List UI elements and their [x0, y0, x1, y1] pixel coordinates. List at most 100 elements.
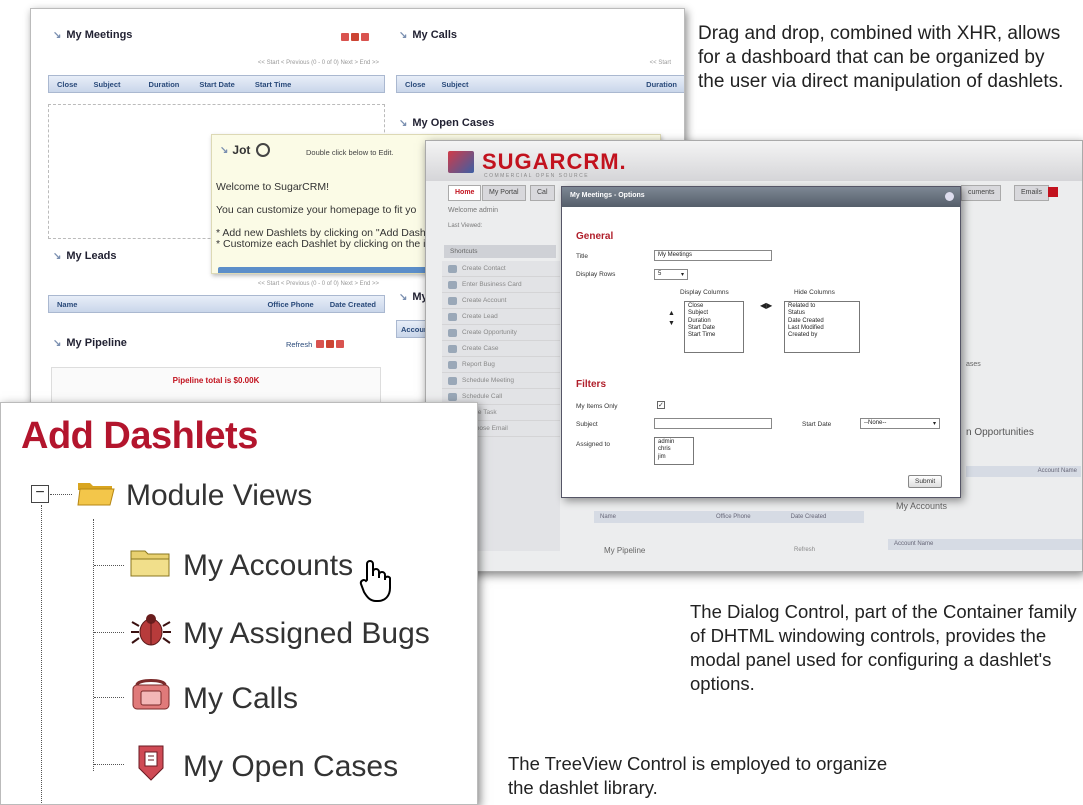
- display-rows-select[interactable]: 5 ▾: [654, 269, 688, 280]
- shortcut-create-account[interactable]: Create Account: [442, 293, 560, 309]
- dashlet-title-open-cases[interactable]: ↘ My Open Cases: [399, 117, 494, 129]
- col-duration[interactable]: Duration: [638, 80, 684, 89]
- add-dashlets-title: Add Dashlets: [21, 415, 258, 457]
- close-icon[interactable]: [336, 340, 345, 348]
- phone-icon: [129, 677, 173, 721]
- caption-treeview: The TreeView Control is employed to orga…: [508, 753, 888, 798]
- case-icon: [129, 744, 173, 790]
- edit-icon[interactable]: [351, 33, 359, 41]
- jot-hint: Double click below to Edit.: [306, 148, 394, 157]
- tree-node-my-calls[interactable]: My Calls: [129, 677, 298, 721]
- tree-node-my-open-cases[interactable]: My Open Cases: [129, 744, 398, 790]
- add-dashlets-panel: Add Dashlets − Module Views My Accounts …: [0, 402, 478, 805]
- tab-home[interactable]: Home: [448, 185, 482, 201]
- dialog-header[interactable]: My Meetings - Options: [562, 187, 960, 207]
- col-office-phone[interactable]: Office Phone: [259, 300, 321, 309]
- edit-icon[interactable]: [316, 340, 325, 348]
- assigned-to-list[interactable]: admin chris jim: [654, 437, 694, 465]
- shortcuts-title: Shortcuts: [444, 245, 556, 258]
- hand-cursor-icon: [359, 558, 393, 607]
- col-name[interactable]: Name: [49, 300, 85, 309]
- display-columns-label: Display Columns: [680, 289, 729, 296]
- start-date-label: Start Date: [802, 421, 832, 428]
- subject-input[interactable]: [654, 418, 772, 429]
- display-rows-label: Display Rows: [576, 271, 616, 278]
- bg-account-name-header: Account Name: [966, 466, 1081, 477]
- meetings-header-row: Close Subject Duration Start Date Start …: [48, 75, 385, 93]
- options-dialog[interactable]: My Meetings - Options General Title My M…: [561, 186, 961, 498]
- col-close[interactable]: Close: [397, 80, 433, 89]
- dashlet-title-calls[interactable]: ↘ My Calls: [399, 29, 457, 41]
- welcome-text: Welcome admin: [448, 207, 499, 214]
- tab-emails[interactable]: Emails: [1014, 185, 1050, 201]
- reorder-arrows-icon[interactable]: ▲ ▼: [668, 309, 676, 331]
- meetings-pager[interactable]: << Start < Previous (0 - 0 of 0) Next > …: [131, 60, 379, 66]
- tree-node-my-assigned-bugs[interactable]: My Assigned Bugs: [129, 612, 430, 656]
- sugarcrm-logo-icon: [448, 151, 474, 173]
- jot-body[interactable]: Welcome to SugarCRM! You can customize y…: [216, 176, 426, 250]
- col-start-time[interactable]: Start Time: [243, 80, 300, 89]
- shortcut-create-contact[interactable]: Create Contact: [442, 261, 560, 277]
- subject-label: Subject: [576, 421, 598, 428]
- sugarcrm-window: SUGARCRM. COMMERCIAL OPEN SOURCE Home My…: [425, 140, 1083, 572]
- col-close[interactable]: Close: [49, 80, 85, 89]
- bg-accounts-title: My Accounts: [896, 501, 948, 511]
- pipeline-total: Pipeline total is $0.00K: [172, 376, 260, 385]
- bg-refresh: Refresh: [794, 547, 816, 553]
- col-duration[interactable]: Duration: [129, 80, 188, 89]
- collapse-toggle-icon[interactable]: −: [31, 485, 49, 503]
- shortcut-schedule-meeting[interactable]: Schedule Meeting: [442, 373, 560, 389]
- tab-cal[interactable]: Cal: [530, 185, 555, 201]
- shortcut-create-lead[interactable]: Create Lead: [442, 309, 560, 325]
- submit-button[interactable]: Submit: [908, 475, 943, 488]
- leads-header-row: Name Office Phone Date Created: [48, 295, 385, 313]
- folder-open-icon: [76, 477, 116, 515]
- display-columns-list[interactable]: Close Subject Duration Start Date Start Time: [684, 301, 744, 353]
- col-start-date[interactable]: Start Date: [187, 80, 242, 89]
- dashlet-title-meetings[interactable]: ↘ My Meetings: [53, 29, 132, 41]
- col-subject[interactable]: Subject: [85, 80, 128, 89]
- general-heading: General: [576, 231, 614, 242]
- title-input[interactable]: My Meetings: [654, 250, 772, 261]
- bg-pipeline-title: My Pipeline: [604, 546, 646, 555]
- app-logo: SUGARCRM.: [482, 149, 627, 174]
- pipeline-controls: Refresh: [286, 340, 345, 349]
- jot-title[interactable]: ↘ Jot: [220, 143, 271, 157]
- leads-pager[interactable]: << Start < Previous (0 - 0 of 0) Next > …: [131, 281, 379, 287]
- start-date-select[interactable]: --None-- ▾: [860, 418, 940, 429]
- caption-dialog: The Dialog Control, part of the Containe…: [690, 601, 1077, 694]
- close-icon[interactable]: [361, 33, 369, 41]
- bg-leads-header: Name Office Phone Date Created: [594, 511, 864, 523]
- collapse-arrow-icon[interactable]: ↘: [53, 30, 61, 41]
- my-items-label: My Items Only: [576, 403, 618, 410]
- col-date-created[interactable]: Date Created: [322, 300, 384, 309]
- folder-icon: [129, 545, 173, 587]
- move-columns-arrows-icon[interactable]: ◀▶: [760, 301, 772, 310]
- tab-my-portal[interactable]: My Portal: [482, 185, 526, 201]
- dashlet-title-pipeline[interactable]: ↘ My Pipeline: [53, 337, 127, 349]
- assigned-to-label: Assigned to: [576, 441, 610, 448]
- my-items-checkbox[interactable]: ✓: [657, 401, 665, 409]
- tree-node-module-views[interactable]: Module Views: [76, 477, 312, 515]
- settings-icon[interactable]: [326, 340, 335, 348]
- hide-columns-label: Hide Columns: [794, 289, 835, 296]
- hide-columns-list[interactable]: Related to Status Date Created Last Modifie…: [784, 301, 860, 353]
- dashlet-controls: [341, 33, 369, 41]
- bug-icon: [129, 612, 173, 656]
- last-viewed: Last Viewed:: [448, 223, 483, 229]
- shortcut-create-case[interactable]: Create Case: [442, 341, 560, 357]
- dashlet-title-leads[interactable]: ↘ My Leads: [53, 250, 117, 262]
- chevron-down-icon: ▾: [680, 272, 684, 278]
- refresh-button[interactable]: Refresh: [286, 340, 312, 349]
- tab-close-icon[interactable]: [1048, 187, 1058, 197]
- shortcut-report-bug[interactable]: Report Bug: [442, 357, 560, 373]
- tab-documents[interactable]: cuments: [961, 185, 1002, 201]
- refresh-icon[interactable]: [341, 33, 349, 41]
- dialog-close-icon[interactable]: [945, 192, 954, 201]
- tree-node-my-accounts[interactable]: My Accounts: [129, 545, 353, 587]
- col-subject[interactable]: Subject: [433, 80, 476, 89]
- shortcut-create-opportunity[interactable]: Create Opportunity: [442, 325, 560, 341]
- calls-pager[interactable]: << Start: [591, 60, 671, 66]
- bg-account-name-header-2: Account Name: [888, 539, 1082, 550]
- shortcut-business-card[interactable]: Enter Business Card: [442, 277, 560, 293]
